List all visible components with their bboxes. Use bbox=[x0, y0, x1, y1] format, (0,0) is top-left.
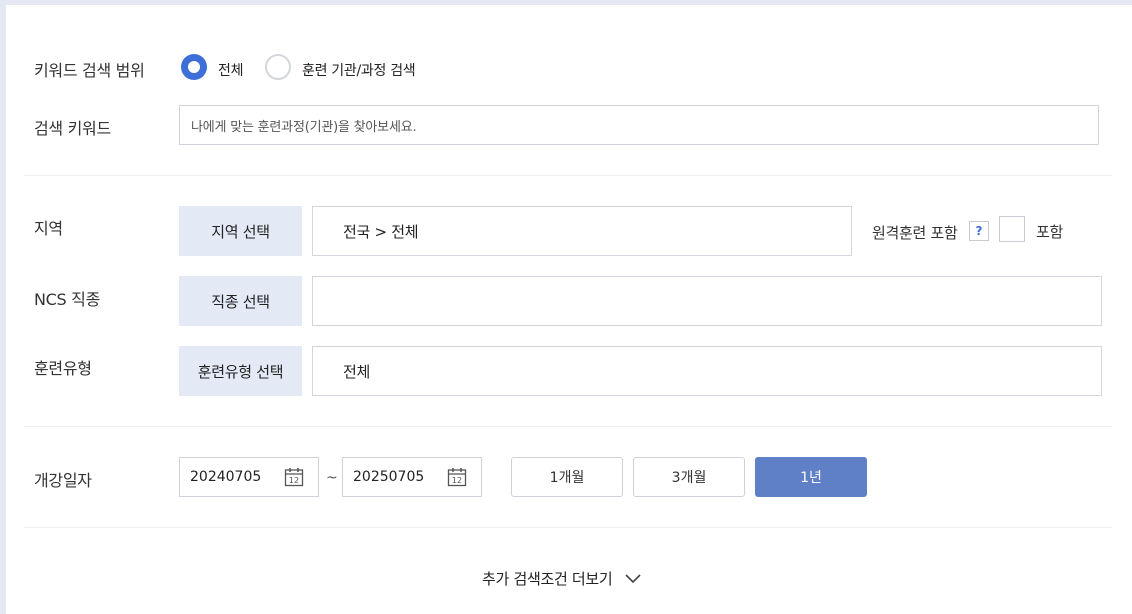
ncs-label: NCS 직종 bbox=[34, 290, 101, 309]
svg-text:12: 12 bbox=[289, 476, 299, 485]
remote-include-checkbox[interactable] bbox=[999, 216, 1025, 242]
start-date-from-value: 20240705 bbox=[190, 469, 262, 485]
period-3-months-button[interactable]: 3개월 bbox=[633, 457, 745, 497]
keyword-scope-label: 키워드 검색 범위 bbox=[34, 61, 145, 80]
radio-all[interactable] bbox=[181, 54, 207, 80]
date-range-separator: ~ bbox=[326, 470, 338, 486]
region-value-text: 전국 > 전체 bbox=[343, 222, 419, 241]
region-label: 지역 bbox=[34, 219, 63, 238]
radio-institution-course-label[interactable]: 훈련 기관/과정 검색 bbox=[302, 60, 416, 80]
more-conditions-button[interactable]: 추가 검색조건 더보기 bbox=[482, 568, 642, 589]
ncs-value bbox=[312, 276, 1102, 326]
search-panel: 키워드 검색 범위 전체 훈련 기관/과정 검색 검색 키워드 나에게 맞는 훈… bbox=[6, 5, 1132, 614]
region-select-button[interactable]: 지역 선택 bbox=[179, 206, 302, 256]
remote-training-label: 원격훈련 포함 bbox=[872, 224, 958, 242]
radio-all-label[interactable]: 전체 bbox=[218, 60, 243, 80]
period-1-year-button[interactable]: 1년 bbox=[755, 457, 867, 497]
calendar-icon[interactable]: 12 bbox=[284, 467, 304, 487]
ncs-select-button[interactable]: 직종 선택 bbox=[179, 276, 302, 326]
divider bbox=[24, 175, 1112, 176]
start-date-to-value: 20250705 bbox=[353, 469, 425, 485]
search-keyword-placeholder: 나에게 맞는 훈련과정(기관)을 찾아보세요. bbox=[191, 119, 417, 135]
calendar-icon[interactable]: 12 bbox=[447, 467, 467, 487]
more-conditions-label: 추가 검색조건 더보기 bbox=[482, 570, 613, 588]
training-type-label: 훈련유형 bbox=[34, 359, 92, 378]
remote-include-label[interactable]: 포함 bbox=[1036, 221, 1063, 242]
training-type-value-text: 전체 bbox=[343, 362, 371, 381]
training-type-value: 전체 bbox=[312, 346, 1102, 396]
search-keyword-input[interactable]: 나에게 맞는 훈련과정(기관)을 찾아보세요. bbox=[179, 105, 1099, 145]
chevron-down-icon bbox=[625, 573, 642, 583]
search-keyword-label: 검색 키워드 bbox=[34, 119, 111, 138]
divider bbox=[24, 426, 1112, 427]
start-date-label: 개강일자 bbox=[34, 471, 92, 490]
training-type-select-button[interactable]: 훈련유형 선택 bbox=[179, 346, 302, 396]
period-1-month-button[interactable]: 1개월 bbox=[511, 457, 623, 497]
region-value: 전국 > 전체 bbox=[312, 206, 852, 256]
help-icon[interactable]: ? bbox=[969, 221, 989, 241]
svg-text:12: 12 bbox=[452, 476, 462, 485]
radio-institution-course[interactable] bbox=[265, 54, 291, 80]
divider bbox=[24, 527, 1112, 528]
